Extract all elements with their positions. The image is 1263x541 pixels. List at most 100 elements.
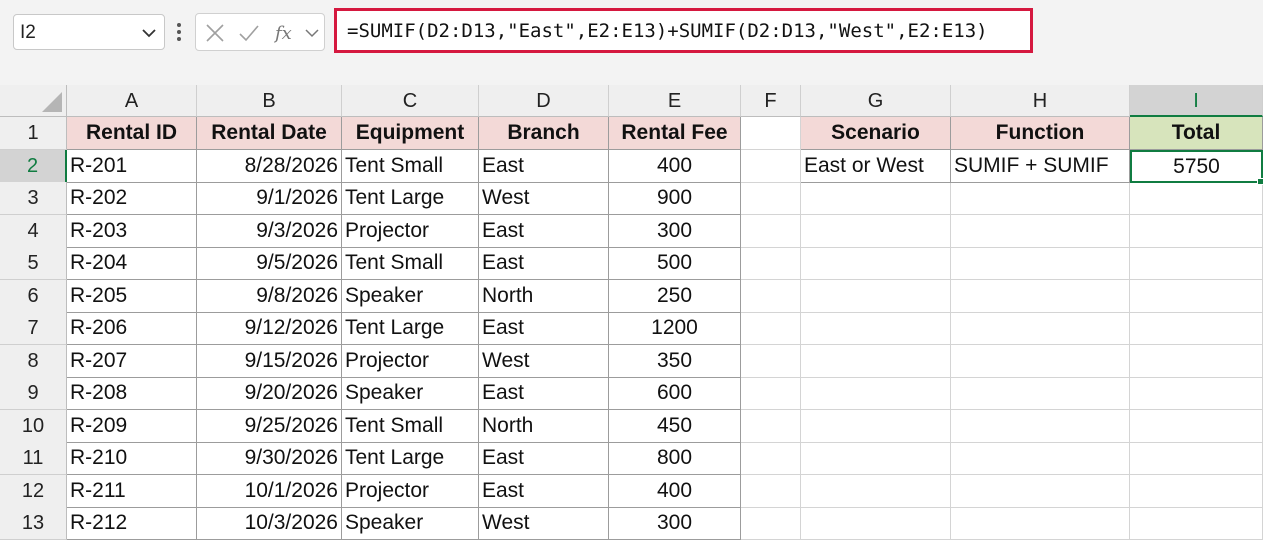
summary-cell[interactable]: SUMIF + SUMIF: [951, 149, 1130, 183]
cell[interactable]: [1130, 279, 1263, 313]
select-all-corner[interactable]: [0, 85, 67, 117]
table-cell[interactable]: East: [479, 312, 609, 345]
table-cell[interactable]: 9/5/2026: [197, 247, 342, 280]
cell[interactable]: [951, 507, 1130, 540]
table-cell[interactable]: North: [479, 409, 609, 443]
cell[interactable]: [741, 214, 801, 248]
more-vertical-icon[interactable]: [174, 20, 184, 46]
cell[interactable]: [1130, 247, 1263, 280]
table-cell[interactable]: East: [479, 377, 609, 410]
table-cell[interactable]: R-208: [67, 377, 197, 410]
summary-header-cell[interactable]: Total: [1130, 117, 1263, 150]
table-cell[interactable]: 9/1/2026: [197, 182, 342, 215]
row-header-9[interactable]: 9: [0, 377, 67, 410]
table-cell[interactable]: 300: [609, 507, 741, 540]
column-header-e[interactable]: E: [609, 85, 741, 117]
table-cell[interactable]: 250: [609, 279, 741, 313]
cell[interactable]: [951, 442, 1130, 475]
cell[interactable]: [801, 247, 951, 280]
chevron-down-icon[interactable]: [140, 24, 158, 42]
table-cell[interactable]: 9/30/2026: [197, 442, 342, 475]
cell[interactable]: [951, 344, 1130, 378]
table-cell[interactable]: East: [479, 214, 609, 248]
column-header-g[interactable]: G: [801, 85, 951, 117]
cell[interactable]: [801, 474, 951, 508]
row-header-6[interactable]: 6: [0, 279, 67, 313]
table-cell[interactable]: Tent Large: [342, 182, 479, 215]
table-cell[interactable]: West: [479, 507, 609, 540]
table-cell[interactable]: 400: [609, 149, 741, 183]
fill-handle[interactable]: [1257, 178, 1263, 185]
table-cell[interactable]: Speaker: [342, 377, 479, 410]
cell[interactable]: [951, 409, 1130, 443]
cell[interactable]: [741, 377, 801, 410]
table-cell[interactable]: R-207: [67, 344, 197, 378]
cell[interactable]: [951, 214, 1130, 248]
cell[interactable]: [1130, 377, 1263, 410]
table-cell[interactable]: 9/8/2026: [197, 279, 342, 313]
table-cell[interactable]: Projector: [342, 214, 479, 248]
cell[interactable]: [801, 507, 951, 540]
cell[interactable]: [741, 149, 801, 183]
cell[interactable]: [741, 442, 801, 475]
table-cell[interactable]: Projector: [342, 344, 479, 378]
table-cell[interactable]: R-203: [67, 214, 197, 248]
table-cell[interactable]: Tent Small: [342, 247, 479, 280]
table-cell[interactable]: 500: [609, 247, 741, 280]
summary-cell[interactable]: East or West: [801, 149, 951, 183]
cell[interactable]: [951, 377, 1130, 410]
cell[interactable]: [801, 214, 951, 248]
table-cell[interactable]: 10/1/2026: [197, 474, 342, 508]
column-header-a[interactable]: A: [67, 85, 197, 117]
table-cell[interactable]: 350: [609, 344, 741, 378]
table-header-cell[interactable]: Branch: [479, 117, 609, 150]
name-box[interactable]: I2: [13, 14, 165, 50]
row-header-3[interactable]: 3: [0, 182, 67, 215]
table-cell[interactable]: 900: [609, 182, 741, 215]
table-cell[interactable]: R-210: [67, 442, 197, 475]
table-cell[interactable]: 800: [609, 442, 741, 475]
table-cell[interactable]: 10/3/2026: [197, 507, 342, 540]
column-header-h[interactable]: H: [951, 85, 1130, 117]
table-cell[interactable]: East: [479, 247, 609, 280]
cell[interactable]: [951, 182, 1130, 215]
row-header-1[interactable]: 1: [0, 117, 67, 150]
table-cell[interactable]: Tent Small: [342, 409, 479, 443]
table-cell[interactable]: 9/20/2026: [197, 377, 342, 410]
cell[interactable]: [741, 279, 801, 313]
row-header-2[interactable]: 2: [0, 149, 67, 183]
table-header-cell[interactable]: Rental Date: [197, 117, 342, 150]
table-cell[interactable]: West: [479, 182, 609, 215]
cell[interactable]: [951, 279, 1130, 313]
cell[interactable]: [801, 377, 951, 410]
column-header-d[interactable]: D: [479, 85, 609, 117]
table-cell[interactable]: R-209: [67, 409, 197, 443]
table-cell[interactable]: R-211: [67, 474, 197, 508]
row-header-4[interactable]: 4: [0, 214, 67, 248]
table-cell[interactable]: West: [479, 344, 609, 378]
table-cell[interactable]: 9/3/2026: [197, 214, 342, 248]
table-cell[interactable]: R-205: [67, 279, 197, 313]
cell[interactable]: [801, 344, 951, 378]
table-cell[interactable]: Projector: [342, 474, 479, 508]
cell[interactable]: [801, 279, 951, 313]
cell[interactable]: [741, 409, 801, 443]
cell[interactable]: [1130, 214, 1263, 248]
column-header-c[interactable]: C: [342, 85, 479, 117]
table-cell[interactable]: 9/15/2026: [197, 344, 342, 378]
table-cell[interactable]: 400: [609, 474, 741, 508]
cell[interactable]: [1130, 312, 1263, 345]
table-header-cell[interactable]: Rental ID: [67, 117, 197, 150]
table-cell[interactable]: Speaker: [342, 279, 479, 313]
cell[interactable]: [801, 182, 951, 215]
cell[interactable]: [1130, 474, 1263, 508]
table-cell[interactable]: Speaker: [342, 507, 479, 540]
table-cell[interactable]: 8/28/2026: [197, 149, 342, 183]
table-cell[interactable]: R-201: [67, 149, 197, 183]
cell[interactable]: [741, 312, 801, 345]
cell[interactable]: [1130, 344, 1263, 378]
cell[interactable]: [801, 409, 951, 443]
table-cell[interactable]: 300: [609, 214, 741, 248]
cell[interactable]: [741, 247, 801, 280]
table-cell[interactable]: 9/25/2026: [197, 409, 342, 443]
